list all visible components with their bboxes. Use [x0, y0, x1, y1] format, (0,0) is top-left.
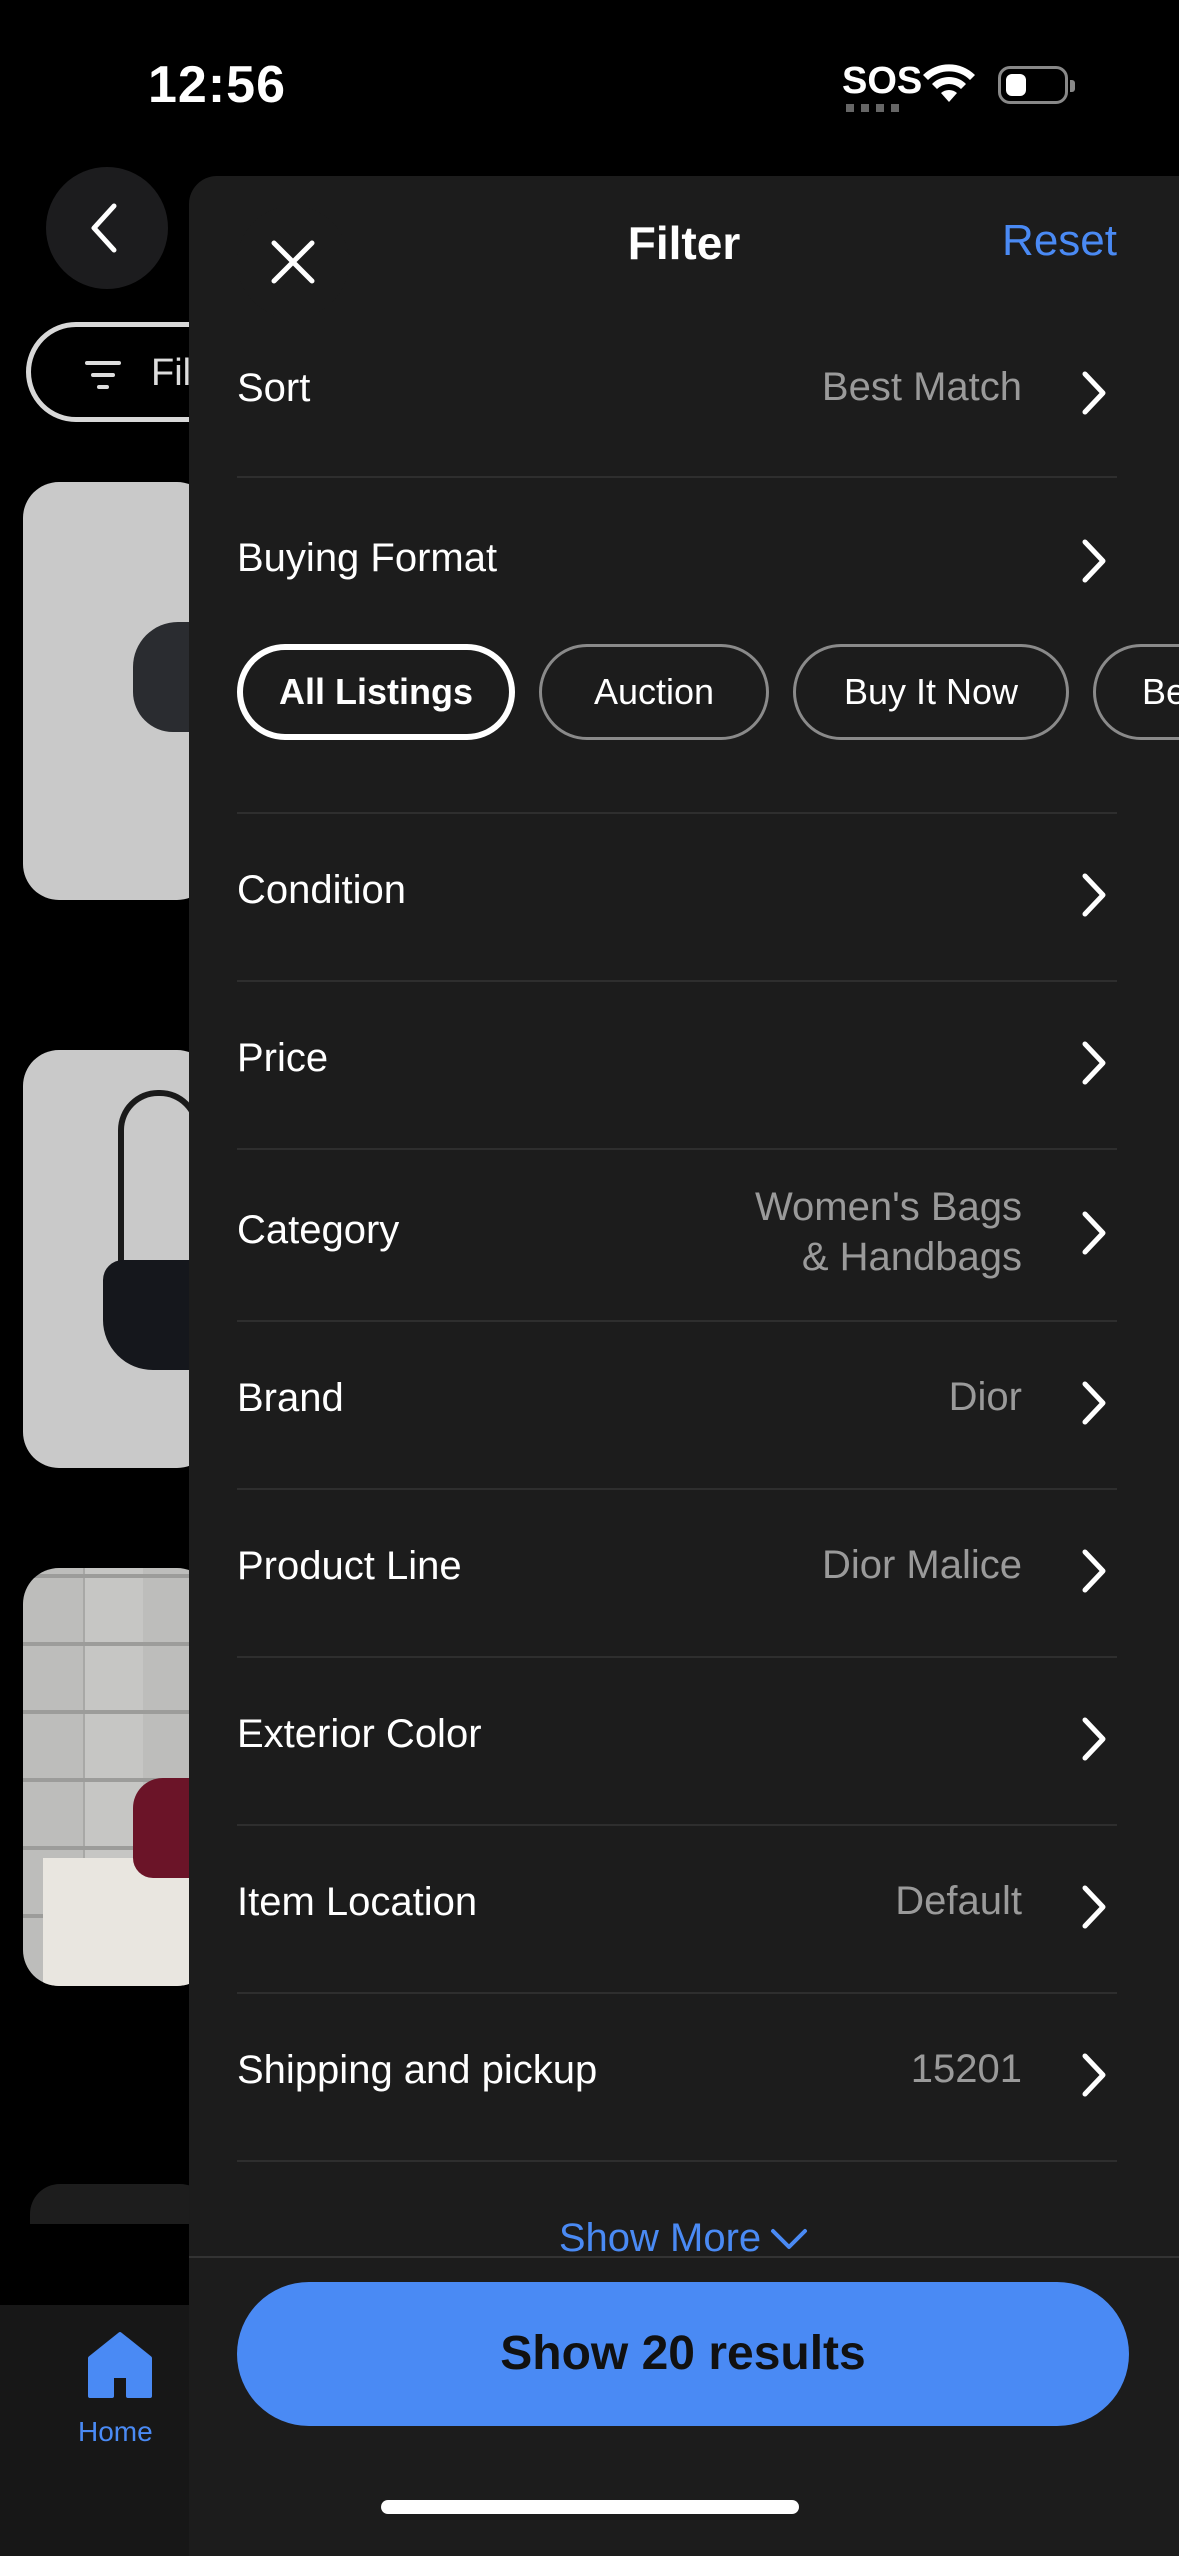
row-label: Sort: [237, 366, 311, 410]
row-label: Buying Format: [237, 536, 498, 580]
status-time: 12:56: [148, 56, 286, 114]
row-value: Dior: [948, 1375, 1022, 1419]
chevron-right-icon: [1082, 873, 1106, 917]
row-value: Default: [895, 1879, 1022, 1923]
row-value-line: Women's Bags: [754, 1185, 1022, 1229]
filter-row-item-location[interactable]: Item Location Default: [237, 1824, 1117, 1994]
chevron-right-icon: [1082, 2053, 1106, 2097]
chip-buy-it-now[interactable]: Buy It Now: [793, 644, 1069, 740]
tab-home-label[interactable]: Home: [78, 2416, 153, 2448]
row-label: Brand: [237, 1376, 344, 1420]
row-label: Exterior Color: [237, 1712, 482, 1756]
row-label: Condition: [237, 868, 407, 912]
filter-row-category[interactable]: Category Women's Bags & Handbags: [237, 1148, 1117, 1322]
signal-dots-icon: [846, 104, 906, 112]
chevron-right-icon: [1082, 1549, 1106, 1593]
filter-row-shipping[interactable]: Shipping and pickup 15201: [237, 1992, 1117, 2162]
status-bar: 12:56 SOS: [0, 0, 1179, 170]
wifi-icon: [923, 64, 975, 102]
filter-sheet: Filter Reset Sort Best Match Buying Form…: [189, 176, 1179, 2556]
filter-row-sort[interactable]: Sort Best Match: [237, 306, 1117, 478]
sheet-footer: Show 20 results: [189, 2256, 1179, 2556]
chip-all-listings[interactable]: All Listings: [237, 644, 515, 740]
chip-auction[interactable]: Auction: [539, 644, 769, 740]
chevron-right-icon: [1082, 1211, 1106, 1255]
filter-icon: [85, 361, 121, 389]
buying-format-chips: All Listings Auction Buy It Now Be: [237, 644, 1179, 744]
row-value: 15201: [910, 2047, 1022, 2091]
show-results-button[interactable]: Show 20 results: [237, 2282, 1129, 2426]
reset-button[interactable]: Reset: [1002, 216, 1117, 266]
chevron-down-icon: [771, 2229, 808, 2250]
filter-row-condition[interactable]: Condition: [237, 812, 1117, 982]
row-label: Shipping and pickup: [237, 2048, 598, 2092]
row-value: Dior Malice: [821, 1543, 1022, 1587]
filter-row-brand[interactable]: Brand Dior: [237, 1320, 1117, 1490]
listing-thumbnail[interactable]: [23, 1050, 213, 1468]
chevron-right-icon: [1082, 1717, 1106, 1761]
listing-thumbnail[interactable]: [23, 482, 213, 900]
chevron-right-icon: [1082, 1885, 1106, 1929]
filter-row-price[interactable]: Price: [237, 980, 1117, 1150]
row-label: Item Location: [237, 1880, 478, 1924]
chevron-left-icon: [91, 203, 117, 253]
show-more-button[interactable]: Show More: [189, 2216, 1179, 2261]
chip-best-offer[interactable]: Be: [1093, 644, 1179, 740]
chevron-right-icon: [1082, 1041, 1106, 1085]
home-indicator: [381, 2500, 799, 2514]
chevron-right-icon: [1082, 371, 1106, 415]
show-more-label: Show More: [558, 2216, 762, 2260]
battery-icon: [998, 66, 1075, 104]
row-label: Category: [237, 1208, 400, 1252]
back-button[interactable]: [46, 167, 168, 289]
listing-thumbnail: [30, 2184, 210, 2224]
home-icon[interactable]: [86, 2330, 154, 2400]
chevron-right-icon: [1082, 539, 1106, 583]
filter-pill-label: Fil: [151, 352, 192, 394]
row-label: Price: [237, 1036, 329, 1080]
row-label: Product Line: [237, 1544, 462, 1588]
sos-indicator: SOS: [842, 60, 923, 102]
filter-row-exterior-color[interactable]: Exterior Color: [237, 1656, 1117, 1826]
row-value-line: & Handbags: [801, 1235, 1022, 1279]
row-value: Women's Bags & Handbags: [755, 1182, 1022, 1282]
row-value: Best Match: [821, 365, 1022, 409]
listing-thumbnail[interactable]: [23, 1568, 213, 1986]
filter-row-product-line[interactable]: Product Line Dior Malice: [237, 1488, 1117, 1658]
chevron-right-icon: [1082, 1381, 1106, 1425]
